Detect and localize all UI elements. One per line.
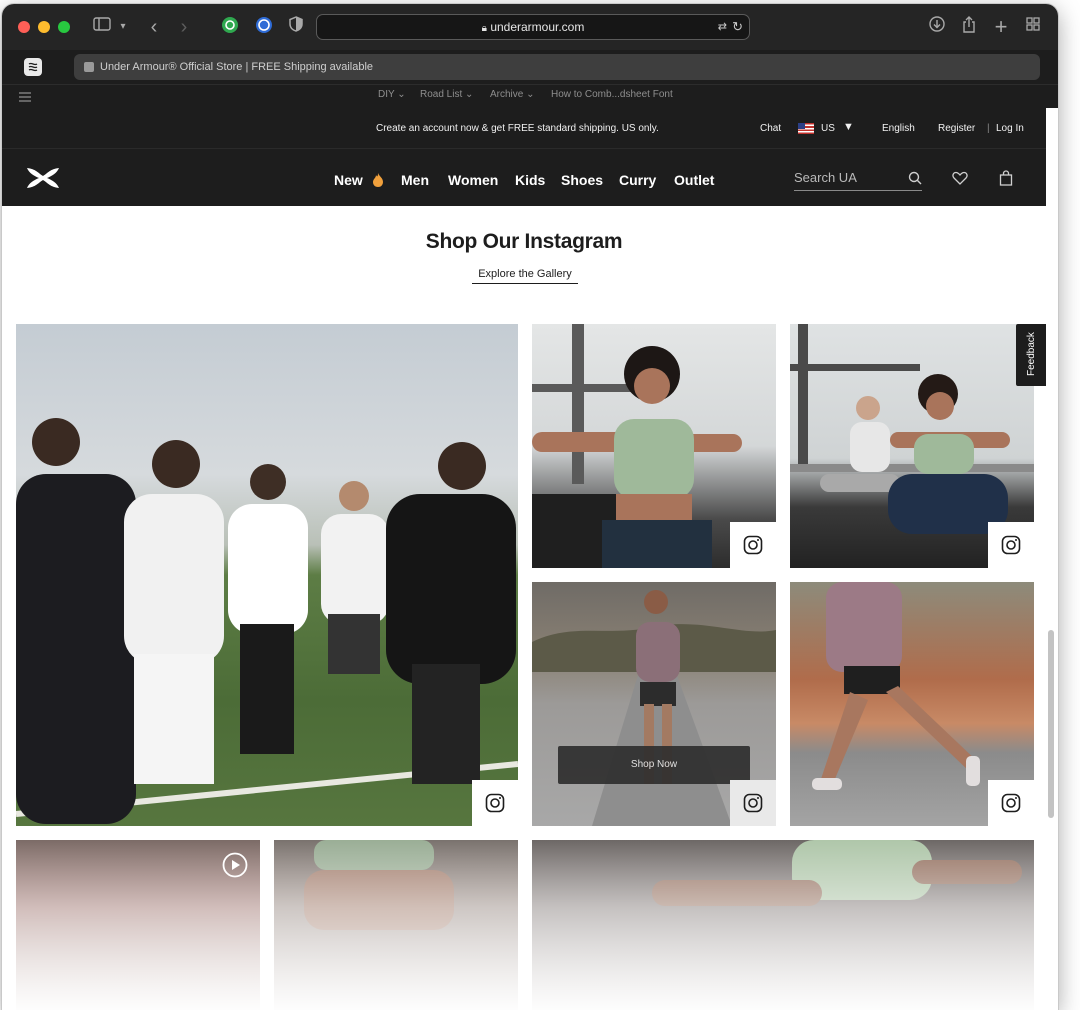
instagram-tile-studio[interactable] <box>790 324 1034 568</box>
lock-icon: 🔒︎ <box>481 23 487 34</box>
instagram-icon <box>743 793 763 813</box>
active-tab[interactable]: Under Armour® Official Store | FREE Ship… <box>74 54 1040 80</box>
instagram-badge[interactable] <box>988 522 1034 568</box>
nav-curry[interactable]: Curry <box>619 172 656 188</box>
reload-icon[interactable]: ↻ <box>732 15 743 39</box>
tab-favicon-icon <box>84 62 94 72</box>
language-link[interactable]: English <box>882 123 915 134</box>
new-tab-plus-icon[interactable]: + <box>990 16 1012 38</box>
instagram-icon <box>1001 535 1021 555</box>
bookmark-archive[interactable]: Archive ⌄ <box>490 89 535 100</box>
us-flag-icon <box>798 123 814 134</box>
country-selector[interactable]: US <box>821 123 835 134</box>
tab-strip: Under Armour® Official Store | FREE Ship… <box>2 50 1058 84</box>
search-icon[interactable] <box>908 171 922 185</box>
nav-men[interactable]: Men <box>401 172 429 188</box>
shield-icon[interactable] <box>286 16 306 38</box>
search-box <box>794 169 922 191</box>
address-bar[interactable]: 🔒︎ underarmour.com ⇄ ↻ <box>316 14 750 40</box>
tab-title: Under Armour® Official Store | FREE Ship… <box>100 61 374 73</box>
instagram-icon <box>485 793 505 813</box>
instagram-badge[interactable] <box>988 780 1034 826</box>
feedback-tab[interactable]: Feedback <box>1016 324 1046 386</box>
country-chevron-icon[interactable]: ▼ <box>843 121 854 133</box>
back-arrow-icon[interactable]: ‹ <box>144 16 164 38</box>
forward-arrow-icon[interactable]: › <box>174 16 194 38</box>
share-icon[interactable] <box>958 16 980 38</box>
extension-green-icon[interactable] <box>220 16 240 38</box>
close-window-button[interactable] <box>18 21 30 33</box>
nav-outlet[interactable]: Outlet <box>674 172 714 188</box>
nav-kids[interactable]: Kids <box>515 172 545 188</box>
feedback-label: Feedback <box>1026 332 1037 376</box>
section-heading: Shop Our Instagram <box>425 230 623 253</box>
nav-women[interactable]: Women <box>448 172 498 188</box>
flame-icon <box>372 172 384 188</box>
download-icon[interactable] <box>926 16 948 38</box>
bookmark-how-to[interactable]: How to Comb...dsheet Font <box>551 89 673 100</box>
instagram-badge[interactable] <box>472 780 518 826</box>
pinned-tab-icon[interactable] <box>24 58 42 76</box>
heart-icon[interactable] <box>952 171 968 185</box>
instagram-badge[interactable] <box>730 780 776 826</box>
tab-overview-icon[interactable] <box>1022 16 1044 38</box>
nav-shoes[interactable]: Shoes <box>561 172 603 188</box>
under-armour-logo[interactable] <box>24 166 62 190</box>
instagram-tile-training[interactable] <box>532 324 776 568</box>
translate-icon[interactable]: ⇄ <box>718 15 727 39</box>
instagram-icon <box>743 535 763 555</box>
instagram-section: Shop Our Instagram Explore the Gallery S… <box>2 206 1046 1010</box>
instagram-icon <box>1001 793 1021 813</box>
instagram-tile-desert-run[interactable] <box>790 582 1034 826</box>
chevron-down-icon[interactable]: ▾ <box>116 16 130 38</box>
chat-link[interactable]: Chat <box>760 123 781 134</box>
sidebar-toggle-icon[interactable] <box>90 16 114 38</box>
shop-now-button[interactable]: Shop Now <box>558 746 750 784</box>
bookmarks-bar: DIY ⌄ Road List ⌄ Archive ⌄ How to Comb.… <box>2 84 1058 108</box>
register-link[interactable]: Register <box>938 123 975 134</box>
shopping-bag-icon[interactable] <box>999 170 1013 186</box>
bottom-fade-overlay <box>2 824 1046 1010</box>
tile-photo-figures <box>16 324 518 826</box>
reading-list-icon[interactable] <box>18 90 32 102</box>
promo-bar: Create an account now & get FREE standar… <box>2 108 1046 148</box>
instagram-badge[interactable] <box>730 522 776 568</box>
main-navigation: New Men Women Kids Shoes Curry Outlet <box>2 148 1046 206</box>
browser-window: ▾ ‹ › 🔒︎ underarmour.com ⇄ ↻ + Under Arm… <box>2 4 1058 1010</box>
instagram-tile-football[interactable] <box>16 324 518 826</box>
bookmark-road-list[interactable]: Road List ⌄ <box>420 89 473 100</box>
bookmark-diy[interactable]: DIY ⌄ <box>378 89 406 100</box>
promo-message[interactable]: Create an account now & get FREE standar… <box>376 123 659 134</box>
url-text: underarmour.com <box>490 20 585 34</box>
browser-toolbar: ▾ ‹ › 🔒︎ underarmour.com ⇄ ↻ + <box>2 4 1058 50</box>
explore-gallery-link[interactable]: Explore the Gallery <box>472 268 578 284</box>
search-input[interactable] <box>794 170 904 185</box>
nav-new[interactable]: New <box>334 172 363 188</box>
minimize-window-button[interactable] <box>38 21 50 33</box>
page-scrollbar[interactable] <box>1048 630 1054 818</box>
instagram-tile-road-run[interactable]: Shop Now <box>532 582 776 826</box>
zoom-window-button[interactable] <box>58 21 70 33</box>
login-link[interactable]: Log In <box>996 123 1024 134</box>
extension-blue-icon[interactable] <box>254 16 274 38</box>
link-separator: | <box>987 123 990 134</box>
